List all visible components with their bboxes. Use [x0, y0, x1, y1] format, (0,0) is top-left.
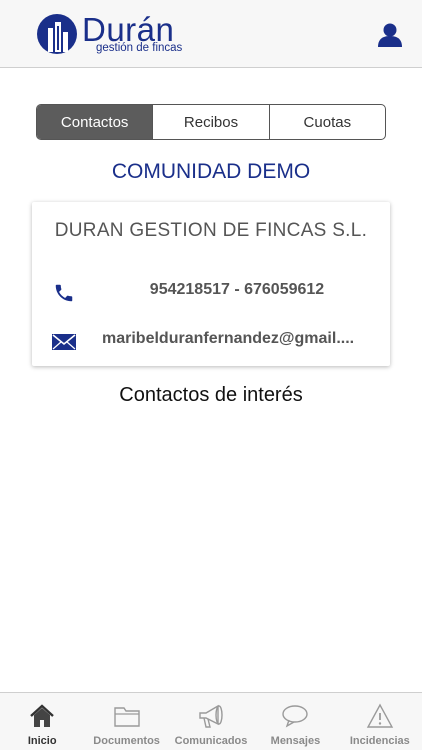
community-title: COMUNIDAD DEMO: [111, 160, 311, 183]
megaphone-icon: [199, 704, 223, 728]
phone-numbers: 954218517 - 676059612: [149, 281, 325, 298]
contact-card: DURAN GESTION DE FINCAS S.L. 954218517 -…: [32, 202, 390, 366]
bottom-tab-bar: Inicio Documentos Comunicados Mensajes I…: [0, 692, 422, 750]
tab-documentos[interactable]: Documentos: [84, 693, 168, 750]
tab-contactos[interactable]: Contactos: [37, 105, 153, 139]
tab-documentos-label: Documentos: [93, 735, 160, 747]
contactos-interes-link[interactable]: Contactos de interés: [0, 384, 422, 407]
tab-comunicados[interactable]: Comunicados: [169, 693, 253, 750]
section-segmented-control: Contactos Recibos Cuotas: [36, 104, 386, 140]
folder-icon: [113, 707, 140, 727]
warning-icon: [366, 703, 394, 728]
tab-cuotas[interactable]: Cuotas: [268, 105, 385, 139]
tab-mensajes[interactable]: Mensajes: [253, 693, 337, 750]
tab-recibos[interactable]: Recibos: [152, 105, 268, 139]
tab-inicio-label: Inicio: [27, 735, 57, 747]
tab-mensajes-label: Mensajes: [270, 735, 321, 747]
email-row[interactable]: maribelduranfernandez@gmail....: [32, 326, 390, 356]
user-icon: [378, 23, 402, 47]
tab-inicio[interactable]: Inicio: [0, 693, 84, 750]
user-profile-button[interactable]: [376, 22, 404, 48]
tab-comunicados-label: Comunicados: [174, 735, 248, 747]
email-address: maribelduranfernandez@gmail....: [102, 330, 355, 347]
mail-icon: [52, 334, 76, 350]
app-header: Durán gestión de fincas: [0, 0, 422, 68]
duran-logo: Durán gestión de fincas: [36, 12, 186, 56]
tab-incidencias-label: Incidencias: [349, 735, 410, 747]
logo-tagline: gestión de fincas: [96, 42, 183, 54]
building-logo-icon: [37, 14, 77, 54]
tab-incidencias[interactable]: Incidencias: [338, 693, 422, 750]
company-name: DURAN GESTION DE FINCAS S.L.: [54, 220, 368, 241]
home-icon: [30, 704, 55, 727]
phone-row[interactable]: 954218517 - 676059612: [32, 277, 390, 307]
chat-bubble-icon: [282, 705, 309, 728]
phone-icon: [55, 284, 73, 302]
